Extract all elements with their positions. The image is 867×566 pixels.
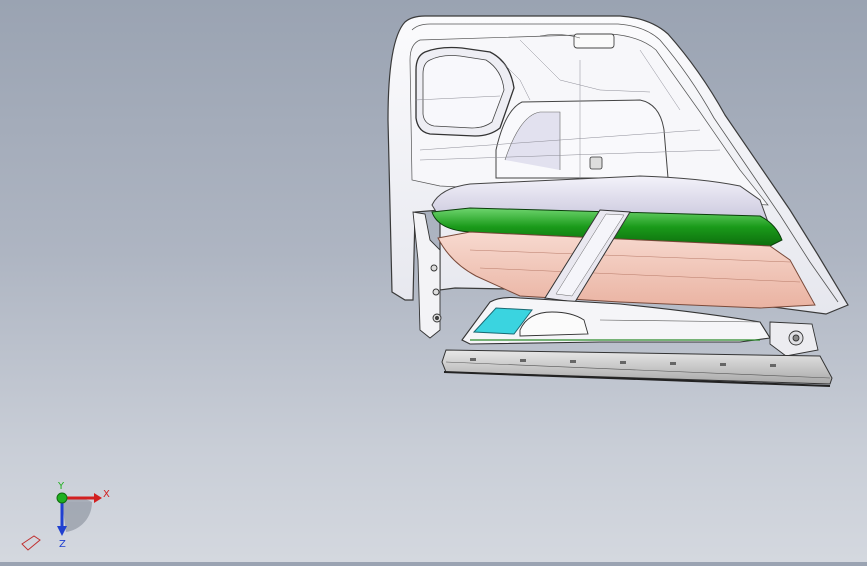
hinge-bracket [412, 211, 442, 339]
door-panel-model[interactable] [0, 0, 867, 562]
speaker-screw [589, 156, 603, 170]
mount-bolt [769, 321, 819, 357]
y-axis-label: Y [57, 481, 65, 492]
z-axis-label: Z [59, 539, 66, 550]
axis-triad: X Y Z [14, 480, 114, 555]
3d-viewport[interactable] [0, 0, 867, 562]
y-axis-dot [56, 492, 68, 504]
top-clip [573, 33, 615, 49]
x-axis-label: X [103, 489, 110, 500]
view-indicator [21, 535, 41, 551]
